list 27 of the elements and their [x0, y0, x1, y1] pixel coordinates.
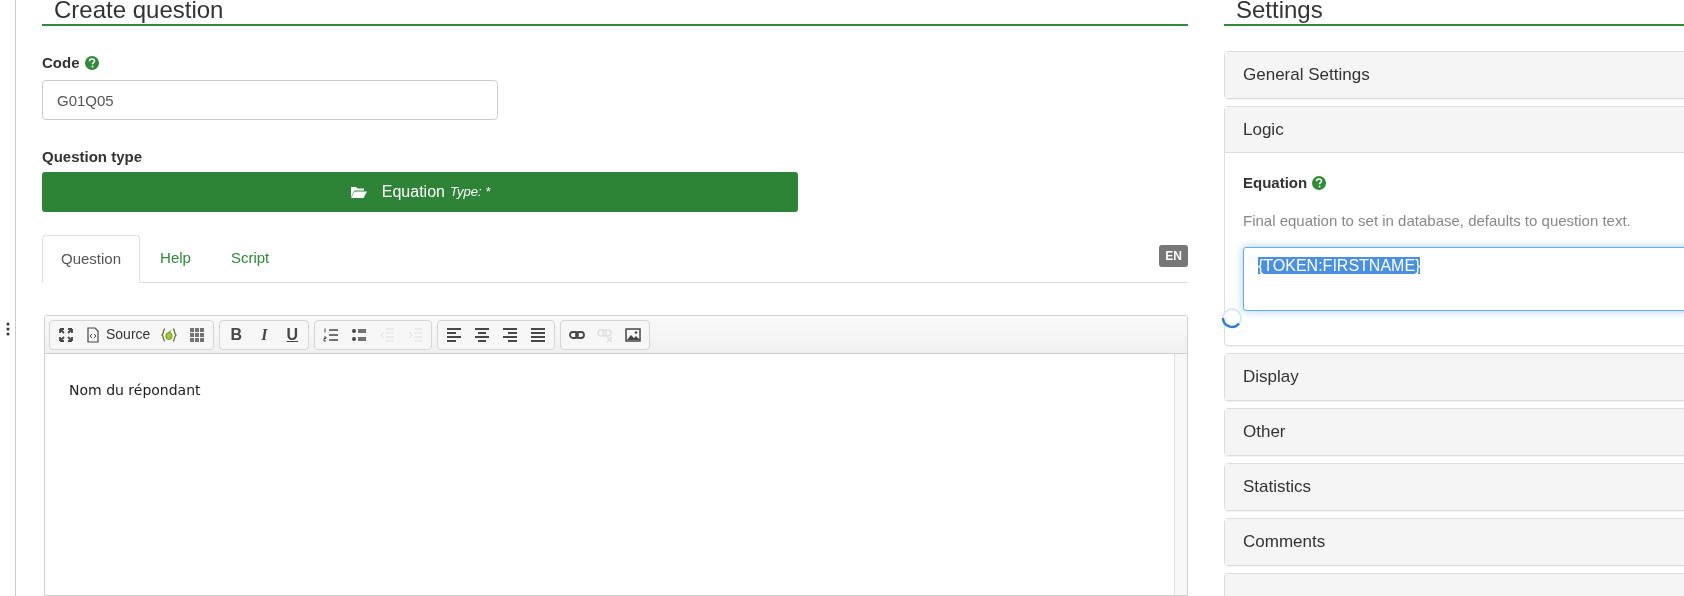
panel-header[interactable]: General Settings: [1225, 52, 1684, 98]
document-code-icon: [85, 326, 101, 343]
help-icon[interactable]: [84, 56, 99, 70]
question-type-button[interactable]: Equation Type: *: [42, 172, 798, 212]
editor-text: Nom du répondant: [69, 381, 202, 400]
settings-title: Settings: [1235, 0, 1323, 24]
field-label: Code: [42, 52, 80, 73]
panel-header[interactable]: Statistics: [1225, 464, 1684, 510]
field-label: Equation: [1243, 172, 1308, 193]
page-title: Create question: [53, 0, 224, 24]
folder-open-icon: [349, 185, 368, 199]
underline-button[interactable]: U: [279, 322, 306, 347]
tab[interactable]: Script: [210, 234, 290, 282]
field-label: Question type: [42, 147, 143, 164]
resize-handle-icon[interactable]: [6, 322, 10, 336]
tab[interactable]: Help: [140, 234, 211, 282]
help-icon[interactable]: [1312, 176, 1327, 190]
help-text: Final equation to set in database, defaults to question text.: [1243, 211, 1632, 231]
tab[interactable]: Question: [42, 235, 141, 283]
panel-header[interactable]: Comments: [1225, 519, 1684, 565]
panel-header[interactable]: Display: [1225, 354, 1684, 400]
bold-button[interactable]: B: [223, 322, 250, 347]
italic-button[interactable]: I: [251, 322, 278, 347]
code-field[interactable]: G01Q05: [42, 80, 498, 120]
panel-header[interactable]: Logic: [1225, 107, 1684, 153]
language-badge: EN: [1159, 245, 1188, 267]
panel-header[interactable]: Other: [1225, 409, 1684, 455]
